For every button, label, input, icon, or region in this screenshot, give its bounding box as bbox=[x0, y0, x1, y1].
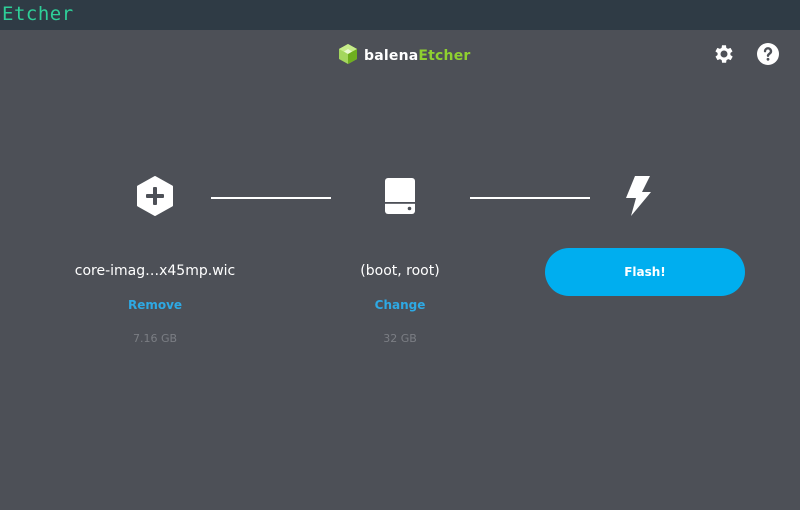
brand-name-part2: Etcher bbox=[418, 48, 471, 64]
help-button[interactable] bbox=[754, 42, 782, 70]
lightning-bolt-icon bbox=[623, 174, 653, 222]
question-circle-icon bbox=[756, 42, 780, 70]
brand-name-part1: balena bbox=[364, 48, 419, 64]
etcher-app: balenaEtcher core-imag…x45mp.wic Remove … bbox=[0, 30, 800, 510]
select-image-step-icon bbox=[135, 175, 175, 221]
select-drive-step-icon bbox=[380, 178, 420, 218]
plus-hexagon-icon bbox=[135, 175, 175, 221]
change-drive-link[interactable]: Change bbox=[290, 298, 510, 312]
balena-etcher-logo: balenaEtcher bbox=[338, 43, 471, 69]
flash-step-icon bbox=[623, 176, 653, 220]
remove-image-link[interactable]: Remove bbox=[45, 298, 265, 312]
step-connector-1 bbox=[211, 197, 331, 199]
step-connector-2 bbox=[470, 197, 590, 199]
flash-button[interactable]: Flash! bbox=[545, 248, 745, 296]
image-size: 7.16 GB bbox=[132, 332, 178, 345]
brand-name: balenaEtcher bbox=[364, 48, 471, 64]
balena-cube-icon bbox=[338, 43, 358, 69]
settings-button[interactable] bbox=[710, 42, 738, 70]
drive-name: (boot, root) bbox=[360, 263, 440, 279]
window-titlebar: Etcher bbox=[0, 0, 800, 30]
window-title: Etcher bbox=[2, 3, 74, 25]
drive-size: 32 GB bbox=[383, 332, 417, 345]
gear-icon bbox=[712, 42, 736, 70]
image-file-name: core-imag…x45mp.wic bbox=[74, 263, 236, 279]
hard-drive-icon bbox=[380, 176, 420, 220]
